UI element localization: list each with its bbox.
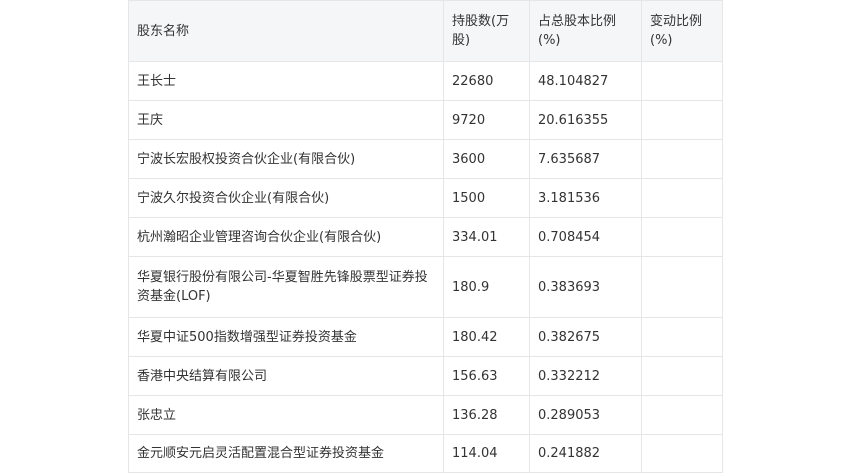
cell-ratio: 0.383693 xyxy=(529,256,642,318)
table-row: 金元顺安元启灵活配置混合型证券投资基金 114.04 0.241882 xyxy=(128,434,723,473)
table-row: 王庆 9720 20.616355 xyxy=(128,100,723,140)
cell-ratio: 0.708454 xyxy=(529,217,642,257)
cell-ratio: 20.616355 xyxy=(529,100,642,140)
cell-shares: 156.63 xyxy=(443,356,530,396)
table-header-row: 股东名称 持股数(万股) 占总股本比例(%) 变动比例(%) xyxy=(128,0,723,62)
cell-name: 杭州瀚昭企业管理咨询合伙企业(有限合伙) xyxy=(128,217,444,257)
table-row: 张忠立 136.28 0.289053 xyxy=(128,395,723,435)
header-share-ratio: 占总股本比例(%) xyxy=(529,0,642,62)
cell-name: 王长士 xyxy=(128,61,444,101)
table-row: 宁波长宏股权投资合伙企业(有限合伙) 3600 7.635687 xyxy=(128,139,723,179)
cell-name: 华夏银行股份有限公司-华夏智胜先锋股票型证券投资基金(LOF) xyxy=(128,256,444,318)
cell-shares: 22680 xyxy=(443,61,530,101)
cell-change xyxy=(641,356,723,396)
cell-ratio: 48.104827 xyxy=(529,61,642,101)
cell-ratio: 3.181536 xyxy=(529,178,642,218)
cell-name: 王庆 xyxy=(128,100,444,140)
cell-change xyxy=(641,434,723,473)
cell-shares: 136.28 xyxy=(443,395,530,435)
cell-change xyxy=(641,317,723,357)
table-row: 宁波久尔投资合伙企业(有限合伙) 1500 3.181536 xyxy=(128,178,723,218)
table-row: 王长士 22680 48.104827 xyxy=(128,61,723,101)
cell-name: 张忠立 xyxy=(128,395,444,435)
cell-shares: 180.42 xyxy=(443,317,530,357)
header-shares: 持股数(万股) xyxy=(443,0,530,62)
shareholder-table-container: 股东名称 持股数(万股) 占总股本比例(%) 变动比例(%) 王长士 22680… xyxy=(128,0,723,473)
cell-change xyxy=(641,100,723,140)
cell-shares: 180.9 xyxy=(443,256,530,318)
cell-change xyxy=(641,139,723,179)
cell-ratio: 0.332212 xyxy=(529,356,642,396)
cell-name: 华夏中证500指数增强型证券投资基金 xyxy=(128,317,444,357)
cell-shares: 9720 xyxy=(443,100,530,140)
cell-change xyxy=(641,256,723,318)
shareholder-table: 股东名称 持股数(万股) 占总股本比例(%) 变动比例(%) 王长士 22680… xyxy=(128,0,723,473)
cell-change xyxy=(641,61,723,101)
cell-ratio: 0.289053 xyxy=(529,395,642,435)
table-row: 香港中央结算有限公司 156.63 0.332212 xyxy=(128,356,723,396)
cell-ratio: 0.241882 xyxy=(529,434,642,473)
cell-shares: 1500 xyxy=(443,178,530,218)
cell-ratio: 7.635687 xyxy=(529,139,642,179)
cell-name: 金元顺安元启灵活配置混合型证券投资基金 xyxy=(128,434,444,473)
table-row: 华夏银行股份有限公司-华夏智胜先锋股票型证券投资基金(LOF) 180.9 0.… xyxy=(128,256,723,318)
cell-change xyxy=(641,395,723,435)
cell-name: 宁波久尔投资合伙企业(有限合伙) xyxy=(128,178,444,218)
header-shareholder-name: 股东名称 xyxy=(128,0,444,62)
cell-name: 香港中央结算有限公司 xyxy=(128,356,444,396)
table-row: 华夏中证500指数增强型证券投资基金 180.42 0.382675 xyxy=(128,317,723,357)
cell-change xyxy=(641,217,723,257)
cell-name: 宁波长宏股权投资合伙企业(有限合伙) xyxy=(128,139,444,179)
cell-change xyxy=(641,178,723,218)
cell-shares: 3600 xyxy=(443,139,530,179)
cell-shares: 114.04 xyxy=(443,434,530,473)
cell-shares: 334.01 xyxy=(443,217,530,257)
table-row: 杭州瀚昭企业管理咨询合伙企业(有限合伙) 334.01 0.708454 xyxy=(128,217,723,257)
cell-ratio: 0.382675 xyxy=(529,317,642,357)
header-change-ratio: 变动比例(%) xyxy=(641,0,723,62)
